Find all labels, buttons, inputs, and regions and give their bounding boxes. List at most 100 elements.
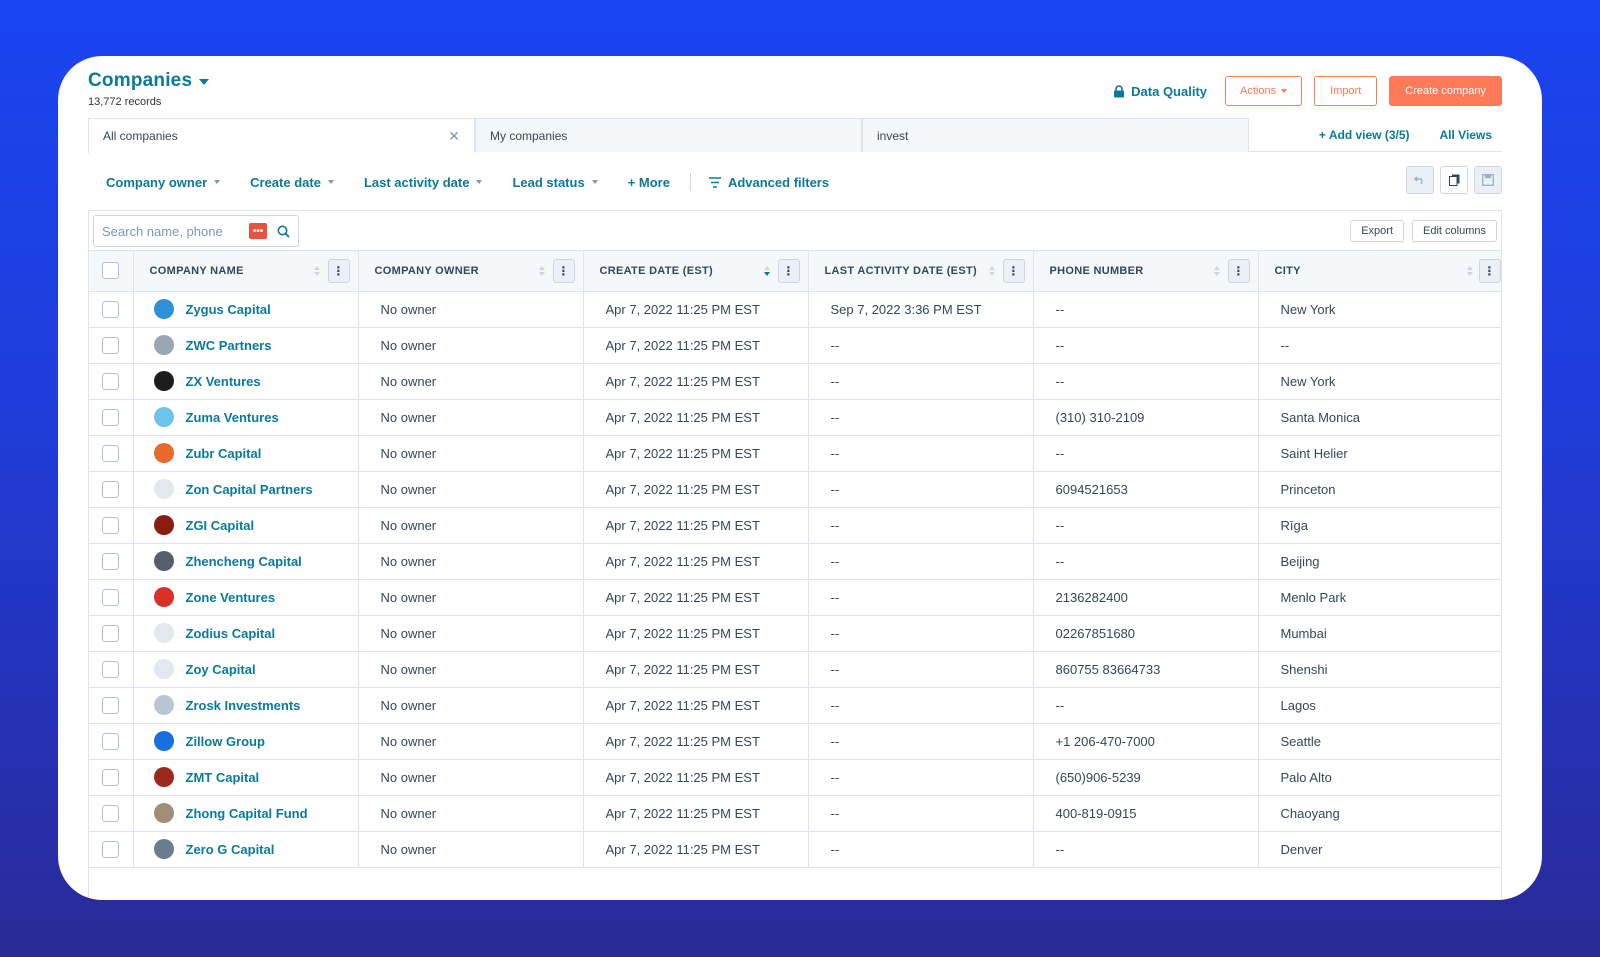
column-menu-icon[interactable]: ⋮ (327, 258, 350, 283)
column-header[interactable]: CITY ⋮ (1258, 251, 1501, 292)
clone-view-button[interactable] (1440, 166, 1468, 194)
company-logo-icon (153, 839, 174, 859)
table-toolbar: Search name, phone ••• Export Edit colum… (89, 211, 1501, 251)
column-header[interactable]: CREATE DATE (EST) ⋮ (583, 251, 809, 292)
company-owner-cell: No owner (358, 399, 584, 436)
row-checkbox[interactable] (102, 336, 120, 354)
company-owner-cell: No owner (358, 759, 584, 796)
close-icon[interactable]: ✕ (448, 128, 460, 145)
row-checkbox[interactable] (102, 696, 120, 714)
row-select-cell (89, 543, 134, 580)
company-logo-icon (153, 443, 174, 463)
company-name-link[interactable]: Zuma Ventures (186, 410, 279, 425)
column-header[interactable]: LAST ACTIVITY DATE (EST) ⋮ (808, 251, 1034, 292)
sort-icon[interactable] (763, 265, 770, 276)
row-checkbox[interactable] (102, 588, 120, 606)
row-checkbox[interactable] (102, 768, 120, 786)
company-owner-cell: No owner (358, 579, 584, 616)
city-cell: Santa Monica (1258, 399, 1501, 436)
row-checkbox[interactable] (102, 660, 120, 678)
column-header[interactable]: PHONE NUMBER ⋮ (1033, 251, 1259, 292)
sort-icon[interactable] (538, 265, 545, 276)
search-input[interactable]: Search name, phone ••• (93, 215, 299, 247)
import-button[interactable]: Import (1314, 76, 1378, 106)
data-quality-link[interactable]: Data Quality (1113, 84, 1207, 99)
tab-all-companies[interactable]: All companies ✕ (88, 118, 475, 153)
filter-company-owner[interactable]: Company owner (106, 175, 221, 190)
row-checkbox[interactable] (102, 444, 120, 462)
create-company-button[interactable]: Create company (1389, 76, 1502, 106)
sort-icon[interactable] (1466, 265, 1473, 276)
save-view-button[interactable] (1474, 166, 1502, 194)
company-name-link[interactable]: ZGI Capital (186, 518, 255, 533)
column-header[interactable]: COMPANY NAME ⋮ (133, 251, 359, 292)
page-title-dropdown[interactable]: Companies (88, 70, 210, 92)
row-checkbox[interactable] (102, 840, 120, 858)
company-name-link[interactable]: Zodius Capital (186, 626, 276, 641)
company-name-link[interactable]: Zillow Group (186, 734, 265, 749)
column-header[interactable]: COMPANY OWNER ⋮ (358, 251, 584, 292)
company-name-link[interactable]: Zhong Capital Fund (186, 806, 308, 821)
advanced-filters-button[interactable]: Advanced filters (708, 175, 829, 190)
select-all-checkbox[interactable] (102, 262, 120, 280)
row-checkbox[interactable] (102, 624, 120, 642)
company-name-link[interactable]: Zone Ventures (186, 590, 276, 605)
column-header-label: CREATE DATE (EST) (599, 264, 713, 277)
filter-create-date[interactable]: Create date (250, 175, 334, 190)
row-checkbox[interactable] (102, 516, 120, 534)
company-name-link[interactable]: Zon Capital Partners (186, 482, 313, 497)
row-checkbox[interactable] (102, 804, 120, 822)
more-filters-button[interactable]: + More (628, 175, 670, 190)
undo-button[interactable] (1406, 166, 1434, 194)
create-date-cell: Apr 7, 2022 11:25 PM EST (583, 399, 809, 436)
column-menu-icon[interactable]: ⋮ (1002, 258, 1025, 283)
sort-icon[interactable] (313, 265, 320, 276)
filter-lead-status[interactable]: Lead status (512, 175, 598, 190)
company-name-link[interactable]: ZX Ventures (186, 374, 261, 389)
table-row: ZGI Capital No owner Apr 7, 2022 11:25 P… (89, 507, 1501, 544)
create-date-cell: Apr 7, 2022 11:25 PM EST (583, 327, 809, 364)
last-activity-cell: -- (808, 363, 1034, 400)
tab-invest[interactable]: invest (862, 118, 1249, 152)
table-toolbar-actions: Export Edit columns (1350, 220, 1497, 242)
row-checkbox[interactable] (102, 372, 120, 390)
company-name-link[interactable]: Zoy Capital (186, 662, 256, 677)
company-name-cell: Zon Capital Partners (133, 471, 359, 508)
company-logo-icon (153, 479, 174, 499)
last-activity-cell: -- (808, 507, 1034, 544)
row-checkbox[interactable] (102, 480, 120, 498)
actions-button[interactable]: Actions (1225, 76, 1303, 106)
row-checkbox[interactable] (102, 552, 120, 570)
company-name-link[interactable]: Zygus Capital (186, 302, 271, 317)
row-checkbox[interactable] (102, 408, 120, 426)
row-checkbox[interactable] (102, 732, 120, 750)
column-menu-icon[interactable]: ⋮ (777, 258, 800, 283)
company-name-link[interactable]: ZMT Capital (186, 770, 260, 785)
companies-table-container: Search name, phone ••• Export Edit colum… (88, 210, 1502, 900)
sort-icon[interactable] (1213, 265, 1220, 276)
company-logo-icon (153, 335, 174, 355)
company-name-link[interactable]: Zero G Capital (186, 842, 275, 857)
company-name-link[interactable]: Zubr Capital (186, 446, 262, 461)
company-logo-icon (153, 695, 174, 715)
column-menu-icon[interactable]: ⋮ (552, 258, 575, 283)
company-logo-icon (153, 767, 174, 787)
company-name-link[interactable]: Zhencheng Capital (186, 554, 302, 569)
company-name-link[interactable]: Zrosk Investments (186, 698, 301, 713)
company-name-link[interactable]: ZWC Partners (186, 338, 272, 353)
tab-my-companies[interactable]: My companies (475, 118, 862, 152)
row-checkbox[interactable] (102, 300, 120, 318)
company-owner-cell: No owner (358, 723, 584, 760)
edit-columns-button[interactable]: Edit columns (1412, 220, 1497, 242)
column-menu-icon[interactable]: ⋮ (1227, 258, 1250, 283)
row-select-cell (89, 507, 134, 544)
city-cell: Chaoyang (1258, 795, 1501, 832)
add-view-button[interactable]: + Add view (3/5) (1319, 128, 1410, 142)
sort-icon[interactable] (988, 265, 995, 276)
all-views-link[interactable]: All Views (1440, 128, 1492, 142)
company-owner-cell: No owner (358, 471, 584, 508)
create-date-cell: Apr 7, 2022 11:25 PM EST (583, 291, 809, 328)
column-menu-icon[interactable]: ⋮ (1478, 258, 1501, 283)
filter-last-activity-date[interactable]: Last activity date (364, 175, 483, 190)
export-button[interactable]: Export (1350, 220, 1405, 242)
